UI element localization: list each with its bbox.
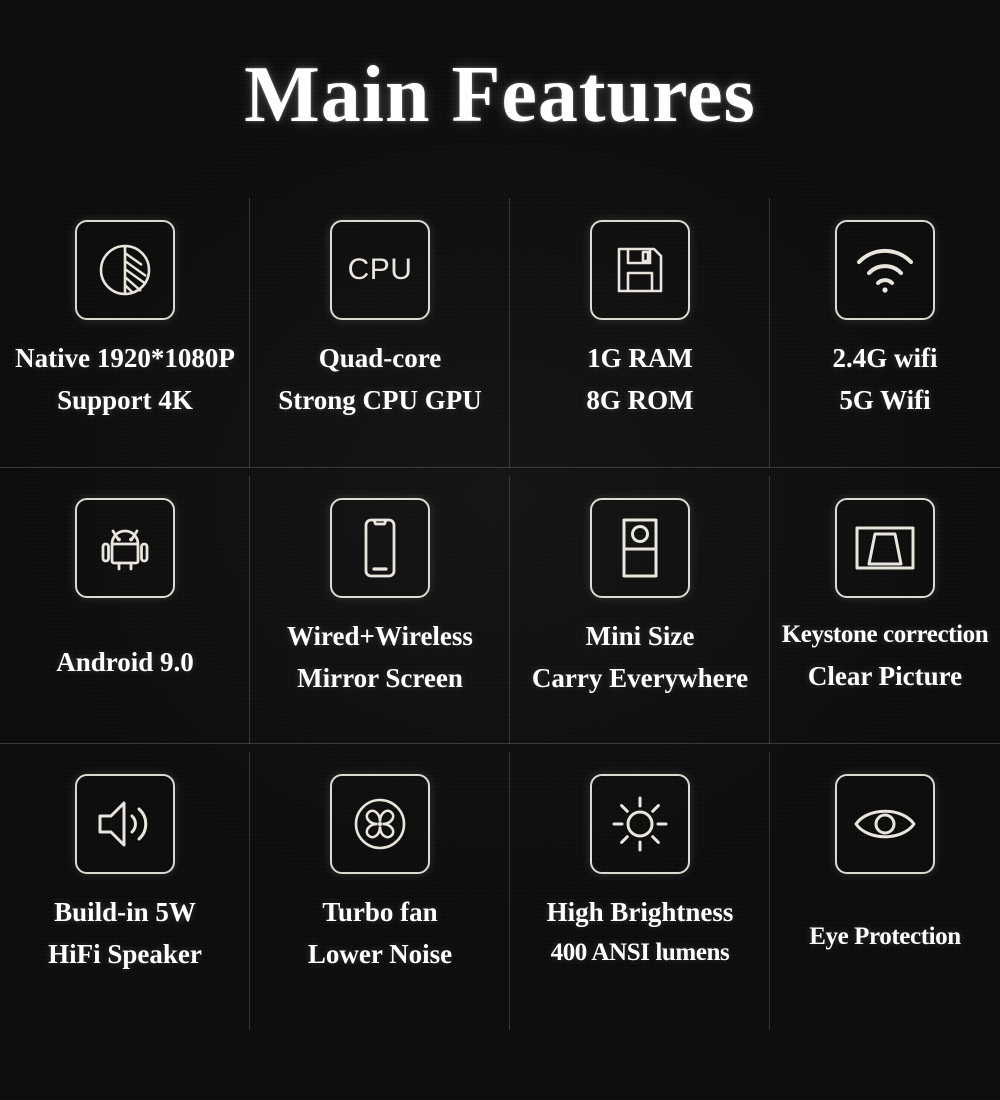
cpu-icon: CPU: [330, 220, 430, 320]
feature-label-line1: Keystone correction: [781, 621, 989, 648]
feature-labels: Mini Size Carry Everywhere: [510, 620, 770, 695]
feature-label-line1: 1G RAM: [587, 343, 693, 373]
feature-label-line2: 5G Wifi: [839, 385, 931, 416]
feature-labels: Native 1920*1080P Support 4K: [0, 342, 250, 417]
feature-grid: Native 1920*1080P Support 4K CPU Quad-co…: [0, 190, 1000, 1070]
feature-labels: Quad-core Strong CPU GPU: [250, 342, 510, 417]
feature-label-line1: High Brightness: [546, 897, 734, 927]
page-title: Main Features: [244, 50, 756, 139]
feature-cell-turbo-fan: Turbo fan Lower Noise: [250, 744, 510, 1030]
wifi-icon: [835, 220, 935, 320]
feature-cell-quad-core: CPU Quad-core Strong CPU GPU: [250, 190, 510, 468]
feature-label-line2: Mirror Screen: [297, 663, 463, 694]
speaker-volume-icon: [75, 774, 175, 874]
cpu-icon-label: CPU: [347, 253, 413, 286]
feature-cell-mirror-screen: Wired+Wireless Mirror Screen: [250, 468, 510, 744]
feature-cell-native-resolution: Native 1920*1080P Support 4K: [0, 190, 250, 468]
fan-icon: [330, 774, 430, 874]
feature-label-line2: Carry Everywhere: [531, 663, 749, 694]
feature-cell-keystone: Keystone correction Clear Picture: [770, 468, 1000, 744]
feature-labels: Android 9.0: [0, 646, 250, 678]
feature-cell-android: Android 9.0: [0, 468, 250, 744]
feature-label-line2: Strong CPU GPU: [278, 385, 482, 416]
feature-label-line1: 2.4G wifi: [832, 343, 938, 373]
contrast-resolution-icon: [75, 220, 175, 320]
feature-label-line1: Android 9.0: [56, 647, 194, 677]
feature-label-line1: Native 1920*1080P: [15, 343, 235, 373]
feature-label-line1: Quad-core: [318, 343, 442, 373]
feature-cell-memory: 1G RAM 8G ROM: [510, 190, 770, 468]
feature-label-line1: Eye Protection: [809, 923, 961, 950]
eye-protection-icon: [835, 774, 935, 874]
feature-label-line2: HiFi Speaker: [48, 939, 202, 970]
feature-labels: 1G RAM 8G ROM: [510, 342, 770, 417]
brightness-sun-icon: [590, 774, 690, 874]
android-robot-icon: [75, 498, 175, 598]
page-title-container: Main Features: [0, 0, 1000, 190]
feature-labels: High Brightness 400 ANSI lumens: [510, 896, 770, 968]
feature-cell-wifi: 2.4G wifi 5G Wifi: [770, 190, 1000, 468]
feature-label-line2: 8G ROM: [586, 385, 694, 416]
mini-projector-icon: [590, 498, 690, 598]
feature-labels: Turbo fan Lower Noise: [250, 896, 510, 971]
smartphone-mirror-icon: [330, 498, 430, 598]
main-features-page: Main Features Native 1920*1080P Support …: [0, 0, 1000, 1100]
feature-label-line2: Support 4K: [57, 385, 193, 416]
feature-cell-mini-size: Mini Size Carry Everywhere: [510, 468, 770, 744]
feature-label-line1: Wired+Wireless: [287, 621, 473, 651]
feature-label-line2: 400 ANSI lumens: [550, 939, 730, 967]
feature-cell-eye-protection: Eye Protection: [770, 744, 1000, 1030]
feature-labels: Build-in 5W HiFi Speaker: [0, 896, 250, 971]
feature-labels: Eye Protection: [770, 922, 1000, 952]
feature-cell-speaker: Build-in 5W HiFi Speaker: [0, 744, 250, 1030]
feature-labels: Wired+Wireless Mirror Screen: [250, 620, 510, 695]
feature-label-line1: Mini Size: [585, 621, 695, 651]
feature-label-line2: Lower Noise: [307, 939, 453, 970]
floppy-disk-storage-icon: [590, 220, 690, 320]
keystone-trapezoid-icon: [835, 498, 935, 598]
feature-labels: 2.4G wifi 5G Wifi: [770, 342, 1000, 417]
feature-label-line1: Build-in 5W: [54, 897, 196, 927]
feature-cell-brightness: High Brightness 400 ANSI lumens: [510, 744, 770, 1030]
feature-label-line1: Turbo fan: [322, 897, 438, 927]
feature-label-line2: Clear Picture: [807, 661, 963, 691]
feature-labels: Keystone correction Clear Picture: [770, 620, 1000, 692]
